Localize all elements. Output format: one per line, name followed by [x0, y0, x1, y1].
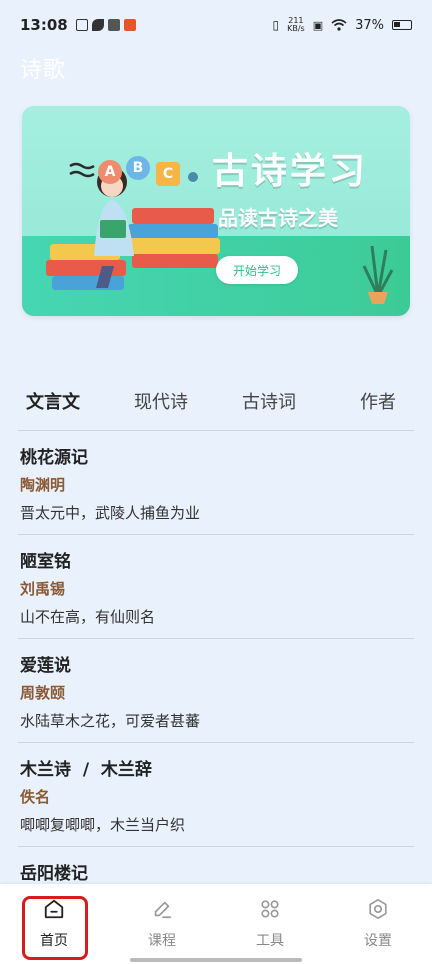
banner-title: 古诗学习: [212, 151, 369, 192]
battery-percent: 37%: [355, 17, 384, 33]
item-title: 岳阳楼记: [20, 864, 88, 884]
nav-tools-label: 工具: [256, 933, 284, 949]
item-author: 陶渊明: [20, 476, 66, 494]
hero-banner[interactable]: A B C 古诗学习 品读古诗之美 开始学习: [22, 106, 410, 316]
network-speed-unit: KB/s: [287, 24, 305, 33]
app-screen: 13:08 ▯ 211 KB/s ▣ 37% 诗歌 A B C 古诗学习 品读古…: [0, 0, 432, 964]
vibrate-icon: ▯: [272, 18, 280, 32]
wifi-icon: [331, 19, 347, 31]
sim-icon: ▣: [312, 18, 324, 32]
network-speed: 211 KB/s: [287, 17, 305, 33]
tab-classical-prose[interactable]: 文言文: [26, 388, 80, 414]
item-title: 桃花源记: [20, 448, 88, 468]
home-highlight-box: [22, 896, 88, 960]
reading-girl-illustration: [46, 162, 220, 290]
start-learning-button[interactable]: 开始学习: [216, 256, 298, 284]
text-list: 桃花源记 陶渊明 晋太元中，武陵人捕鱼为业 陋室铭 刘禹锡 山不在高，有仙则名 …: [0, 431, 432, 951]
list-item[interactable]: 木兰诗 / 木兰辞 佚名 唧唧复唧唧，木兰当户织: [0, 743, 432, 847]
tab-ancient-poems[interactable]: 古诗词: [242, 388, 296, 414]
letter-b-badge: B: [126, 156, 150, 180]
item-first-line: 山不在高，有仙则名: [20, 608, 156, 626]
dots-app-icon: [107, 19, 120, 31]
settings-icon: [369, 899, 387, 919]
edit-icon: [154, 901, 172, 919]
item-first-line: 唧唧复唧唧，木兰当户织: [20, 816, 186, 834]
red-app-icon: [123, 19, 136, 31]
letter-c-badge: C: [156, 162, 180, 186]
home-indicator-bar[interactable]: [130, 958, 302, 962]
page-title: 诗歌: [20, 58, 67, 83]
tab-modern-poetry[interactable]: 现代诗: [134, 388, 188, 414]
list-item[interactable]: 陋室铭 刘禹锡 山不在高，有仙则名: [0, 535, 432, 639]
apps-icon: [261, 900, 279, 918]
plant-illustration: [362, 245, 394, 304]
status-time: 13:08: [20, 16, 68, 34]
list-item[interactable]: 爱莲说 周敦颐 水陆草木之花，可爱者甚蕃: [0, 639, 432, 743]
list-item[interactable]: 桃花源记 陶渊明 晋太元中，武陵人捕鱼为业: [0, 431, 432, 535]
banner-subtitle: 品读古诗之美: [218, 206, 338, 230]
status-bar: 13:08 ▯ 211 KB/s ▣ 37%: [0, 0, 432, 50]
leaf-app-icon: [91, 19, 104, 31]
item-author: 周敦颐: [20, 684, 66, 702]
item-first-line: 水陆草木之花，可爱者甚蕃: [20, 712, 201, 730]
item-author: 佚名: [20, 788, 51, 806]
item-author: 刘禹锡: [20, 580, 66, 598]
nav-settings[interactable]: 设置: [324, 884, 432, 964]
tab-authors[interactable]: 作者: [360, 388, 396, 414]
dot-decoration: [188, 172, 198, 182]
nav-settings-label: 设置: [364, 933, 392, 949]
letter-a-badge: A: [98, 160, 122, 184]
play-app-icon: [75, 19, 88, 31]
item-title: 木兰诗 / 木兰辞: [20, 760, 152, 780]
item-title: 陋室铭: [20, 552, 71, 572]
item-first-line: 晋太元中，武陵人捕鱼为业: [20, 504, 201, 522]
status-right: ▯ 211 KB/s ▣ 37%: [272, 17, 412, 33]
notification-icons: [75, 19, 136, 31]
nav-courses-label: 课程: [148, 933, 176, 949]
nav-courses[interactable]: 课程: [108, 884, 216, 964]
category-tabs: 文言文 现代诗 古诗词 作者: [0, 380, 432, 420]
nav-tools[interactable]: 工具: [216, 884, 324, 964]
item-title: 爱莲说: [20, 656, 71, 676]
battery-icon: [392, 20, 412, 30]
